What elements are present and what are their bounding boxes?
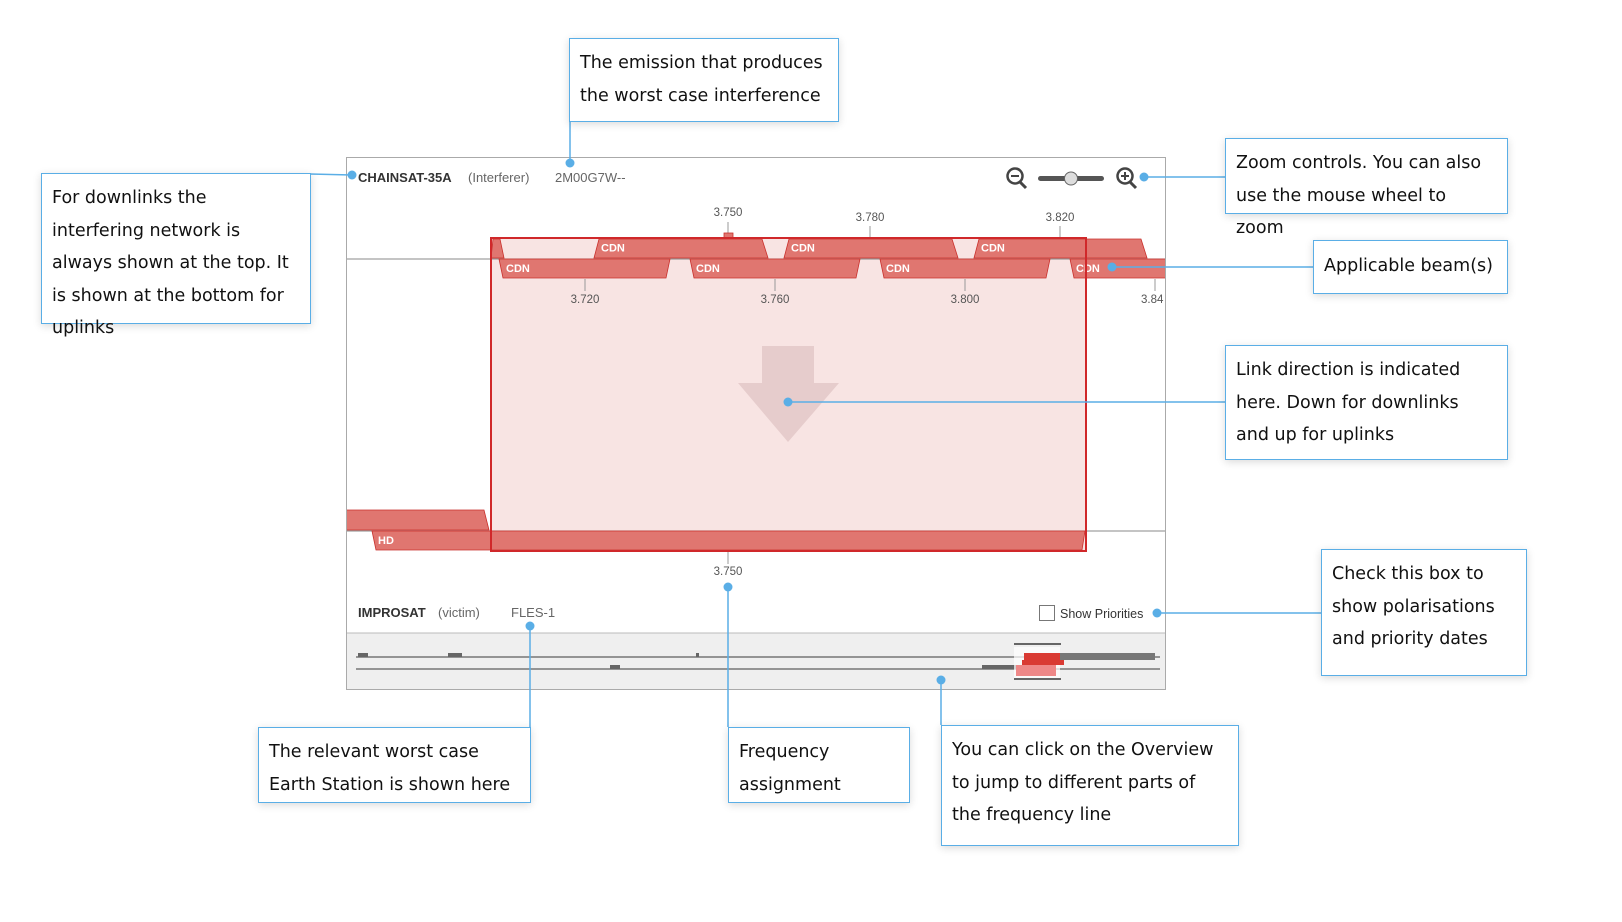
callout-downlinks: For downlinks the interfering network is… xyxy=(41,173,311,338)
earth-station-name[interactable]: FLES-1 xyxy=(511,605,555,620)
beam-label: CDN xyxy=(886,263,910,275)
leader-dot xyxy=(783,397,793,407)
victim-role: (victim) xyxy=(438,605,480,620)
tick-label: 3.800 xyxy=(951,294,980,306)
upper-tick-label: 3.750 xyxy=(714,207,743,219)
beam-label: CDN xyxy=(791,243,815,255)
upper-tick-label: 3.780 xyxy=(856,212,885,224)
callout-zoom: Zoom controls. You can also use the mous… xyxy=(1225,138,1508,238)
callout-beams: Applicable beam(s) xyxy=(1313,240,1508,294)
leader-dot xyxy=(347,170,357,180)
victim-name: IMPROSAT xyxy=(358,605,426,620)
interferer-role: (Interferer) xyxy=(468,170,529,185)
beam-label: CDN xyxy=(981,243,1005,255)
callout-direction: Link direction is indicated here. Down f… xyxy=(1225,345,1508,460)
beam-label: CDN xyxy=(696,263,720,275)
callout-overview: You can click on the Overview to jump to… xyxy=(941,725,1239,846)
tick-label: 3.84 xyxy=(1141,294,1164,306)
beam-label: CDN xyxy=(1076,263,1100,275)
leader-dot xyxy=(565,158,575,168)
interferer-name: CHAINSAT-35A xyxy=(358,170,452,185)
beam-label: CDN xyxy=(601,243,625,255)
leader-dot xyxy=(1139,172,1149,182)
leader-dot xyxy=(936,675,946,685)
show-priorities-label[interactable]: Show Priorities xyxy=(1060,607,1143,621)
beam-label: HD xyxy=(378,535,394,547)
upper-tick-label: 3.820 xyxy=(1046,212,1075,224)
emission-designator[interactable]: 2M00G7W-- xyxy=(555,170,626,185)
emission-marker[interactable] xyxy=(723,232,734,239)
victim-beam-band[interactable] xyxy=(371,530,1086,551)
beam-label: CDN xyxy=(506,263,530,275)
tick-label: 3.720 xyxy=(571,294,600,306)
victim-beam-band[interactable] xyxy=(346,509,490,531)
callout-priorities: Check this box to show polarisations and… xyxy=(1321,549,1527,676)
show-priorities-checkbox[interactable] xyxy=(1039,605,1055,621)
zoom-slider-knob[interactable] xyxy=(1064,171,1078,186)
callout-emission: The emission that produces the worst cas… xyxy=(569,38,839,122)
callout-frequency: Frequency assignment xyxy=(728,727,910,803)
leader-dot xyxy=(525,621,535,631)
tick-label: 3.760 xyxy=(761,294,790,306)
callout-earth-station: The relevant worst case Earth Station is… xyxy=(258,727,531,803)
leader-dot xyxy=(1152,608,1162,618)
leader-line xyxy=(309,173,353,176)
leader-dot xyxy=(1107,262,1117,272)
leader-dot xyxy=(723,582,733,592)
frequency-assignment-label: 3.750 xyxy=(714,566,743,578)
overview-strip[interactable] xyxy=(347,632,1165,689)
